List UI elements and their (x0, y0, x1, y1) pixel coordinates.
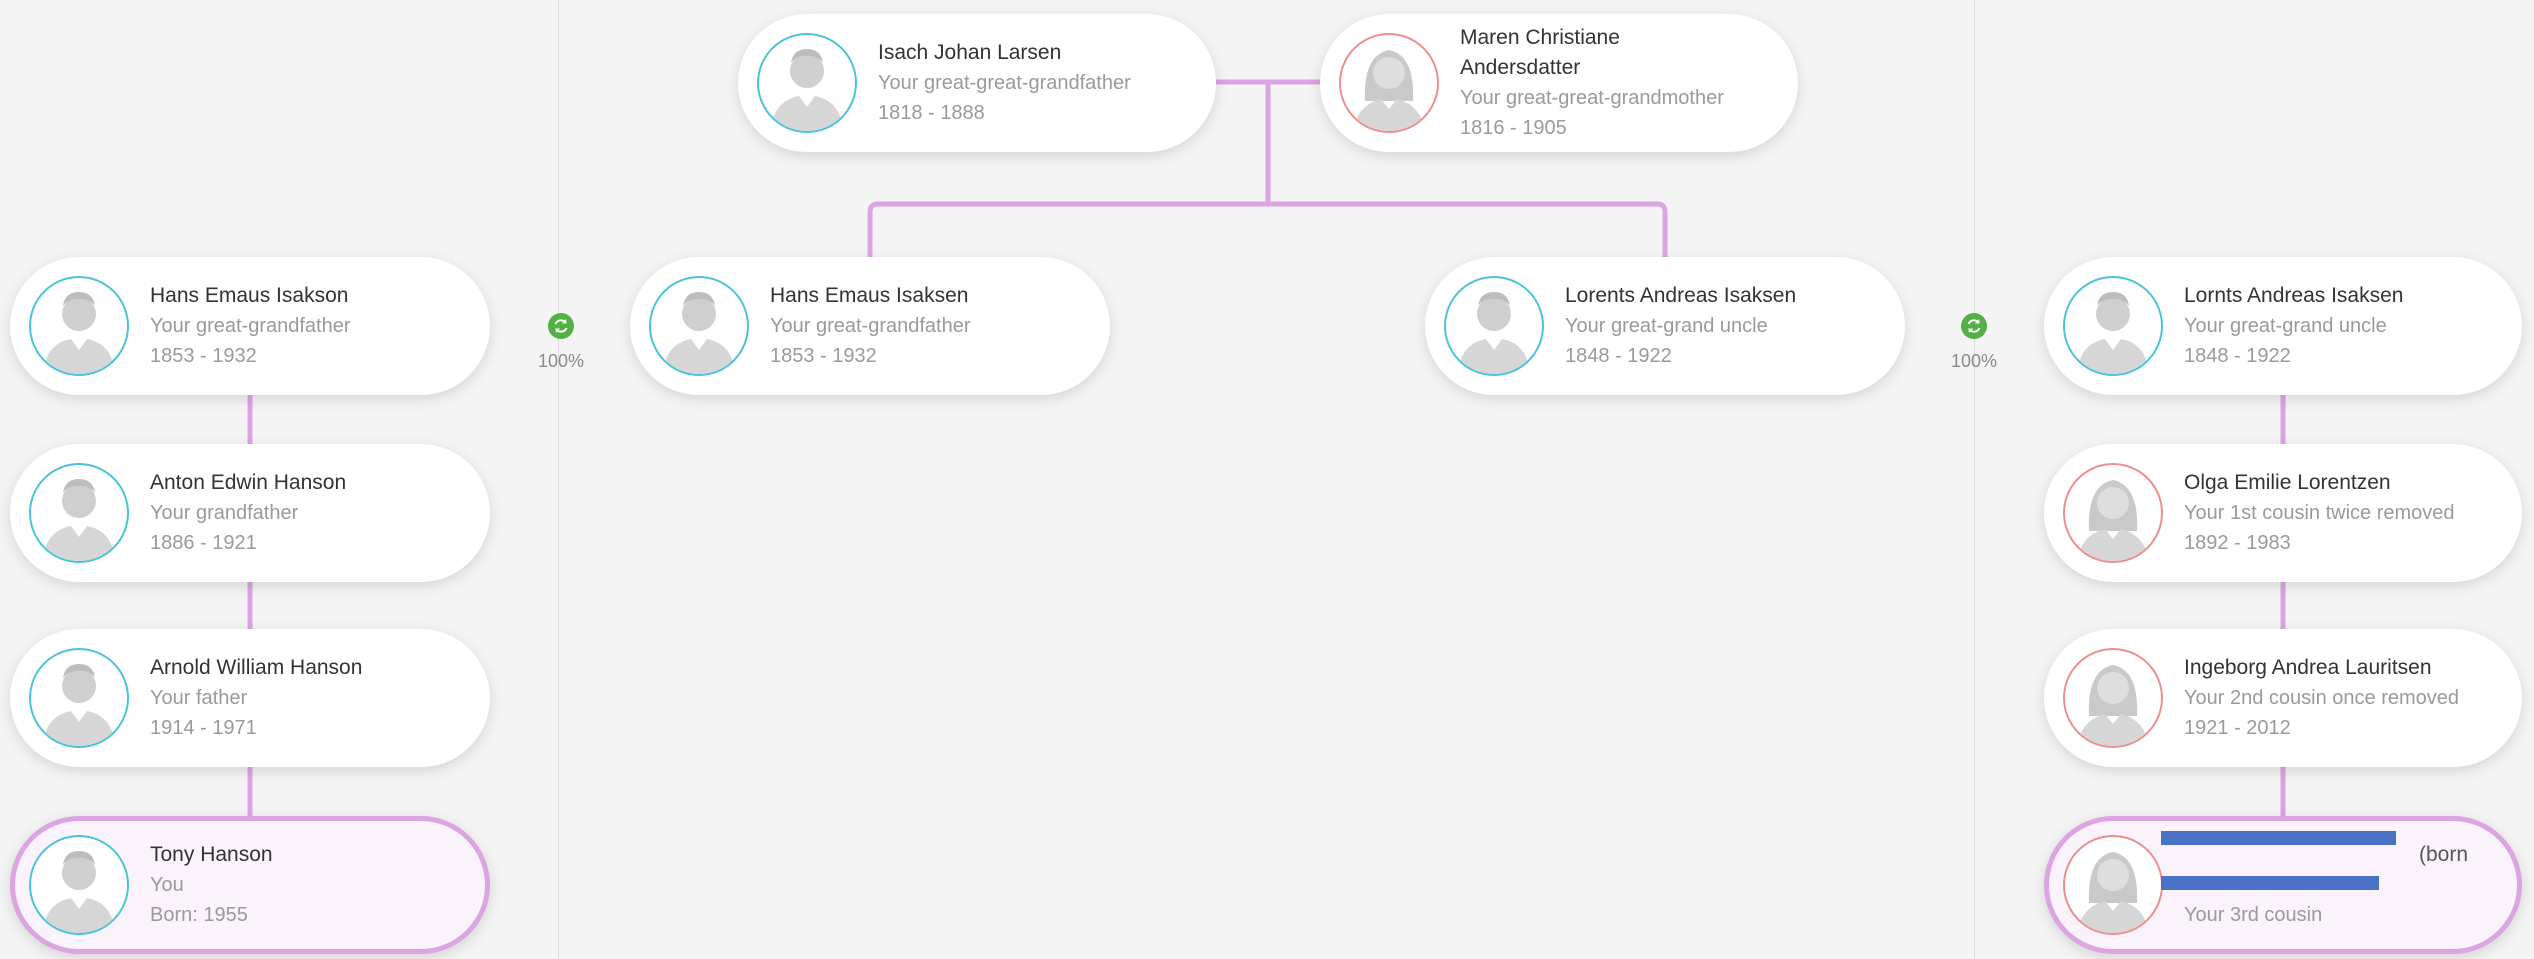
person-years: 1848 - 1922 (1565, 345, 1672, 367)
person-years: 1914 - 1971 (150, 717, 257, 739)
male-avatar-icon (1444, 276, 1544, 376)
person-years: 1818 - 1888 (878, 102, 985, 124)
person-years: 1853 - 1932 (150, 345, 257, 367)
female-avatar-icon (2063, 463, 2163, 563)
person-name: Anton Edwin Hanson (150, 471, 347, 494)
person-card-ingeborg-andrea-lauritsen[interactable]: Ingeborg Andrea Lauritsen Your 2nd cousi… (2044, 629, 2522, 767)
person-card-anton-edwin-hanson[interactable]: Anton Edwin Hanson Your grandfather 1886… (10, 444, 490, 582)
person-years: 1921 - 2012 (2184, 717, 2291, 739)
person-name: Hans Emaus Isakson (150, 284, 349, 307)
redaction-bar-bottom (2161, 876, 2379, 890)
male-avatar-icon (757, 33, 857, 133)
person-name: Maren Christiane Andersdatter (1460, 26, 1620, 79)
person-relation: Your father (150, 687, 248, 709)
male-avatar-icon (2063, 276, 2163, 376)
male-avatar-icon (29, 463, 129, 563)
person-relation: Your 3rd cousin (2184, 904, 2323, 926)
person-name: Lornts Andreas Isaksen (2184, 284, 2404, 307)
sync-icon (548, 313, 574, 339)
person-card-hans-emaus-isakson[interactable]: Hans Emaus Isakson Your great-grandfathe… (10, 257, 490, 395)
person-card-you-tony-hanson[interactable]: Tony Hanson You Born: 1955 (10, 816, 490, 954)
person-relation: Your great-grandfather (150, 315, 351, 337)
match-percent: 100% (1950, 351, 1998, 371)
female-avatar-icon (2063, 648, 2163, 748)
redaction-bar-top (2161, 831, 2396, 845)
female-avatar-icon (1339, 33, 1439, 133)
female-avatar-icon (2063, 835, 2163, 935)
male-avatar-icon (29, 835, 129, 935)
male-avatar-icon (29, 648, 129, 748)
match-indicator-right[interactable]: 100% (1939, 313, 2009, 372)
person-relation: Your great-great-grandfather (878, 72, 1131, 94)
person-card-lornts-andreas-isaksen[interactable]: Lornts Andreas Isaksen Your great-grand … (2044, 257, 2522, 395)
sync-icon (1961, 313, 1987, 339)
person-card-isach-johan-larsen[interactable]: Isach Johan Larsen Your great-great-gran… (738, 14, 1216, 152)
person-years: 1848 - 1922 (2184, 345, 2291, 367)
person-card-hans-emaus-isaksen[interactable]: Hans Emaus Isaksen Your great-grandfathe… (630, 257, 1110, 395)
person-name: Arnold William Hanson (150, 656, 363, 679)
person-card-arnold-william-hanson[interactable]: Arnold William Hanson Your father 1914 -… (10, 629, 490, 767)
person-years: 1816 - 1905 (1460, 117, 1567, 139)
person-name: Ingeborg Andrea Lauritsen (2184, 656, 2432, 679)
person-relation: You (150, 874, 184, 896)
person-years: 1853 - 1932 (770, 345, 877, 367)
person-card-3rd-cousin[interactable]: (born Your 3rd cousin (2044, 816, 2522, 954)
person-card-lorents-andreas-isaksen[interactable]: Lorents Andreas Isaksen Your great-grand… (1425, 257, 1905, 395)
male-avatar-icon (29, 276, 129, 376)
person-relation: Your 1st cousin twice removed (2184, 502, 2455, 524)
person-name: Tony Hanson (150, 843, 273, 866)
person-card-maren-christiane-andersdatter[interactable]: Maren Christiane Andersdatter Your great… (1320, 14, 1798, 152)
person-years: Born: 1955 (150, 904, 248, 926)
person-years: 1892 - 1983 (2184, 532, 2291, 554)
visible-name-fragment: (born (2419, 843, 2469, 866)
person-relation: Your grandfather (150, 502, 299, 524)
male-avatar-icon (649, 276, 749, 376)
match-percent: 100% (537, 351, 585, 371)
person-name: Olga Emilie Lorentzen (2184, 471, 2391, 494)
person-relation: Your great-grand uncle (2184, 315, 2387, 337)
person-relation: Your 2nd cousin once removed (2184, 687, 2459, 709)
person-relation: Your great-grand uncle (1565, 315, 1768, 337)
person-name: Isach Johan Larsen (878, 41, 1062, 64)
person-relation: Your great-great-grandmother (1460, 87, 1724, 109)
person-name: Hans Emaus Isaksen (770, 284, 969, 307)
person-card-olga-emilie-lorentzen[interactable]: Olga Emilie Lorentzen Your 1st cousin tw… (2044, 444, 2522, 582)
person-years: 1886 - 1921 (150, 532, 257, 554)
match-indicator-left[interactable]: 100% (526, 313, 596, 372)
person-name: Lorents Andreas Isaksen (1565, 284, 1797, 307)
person-relation: Your great-grandfather (770, 315, 971, 337)
